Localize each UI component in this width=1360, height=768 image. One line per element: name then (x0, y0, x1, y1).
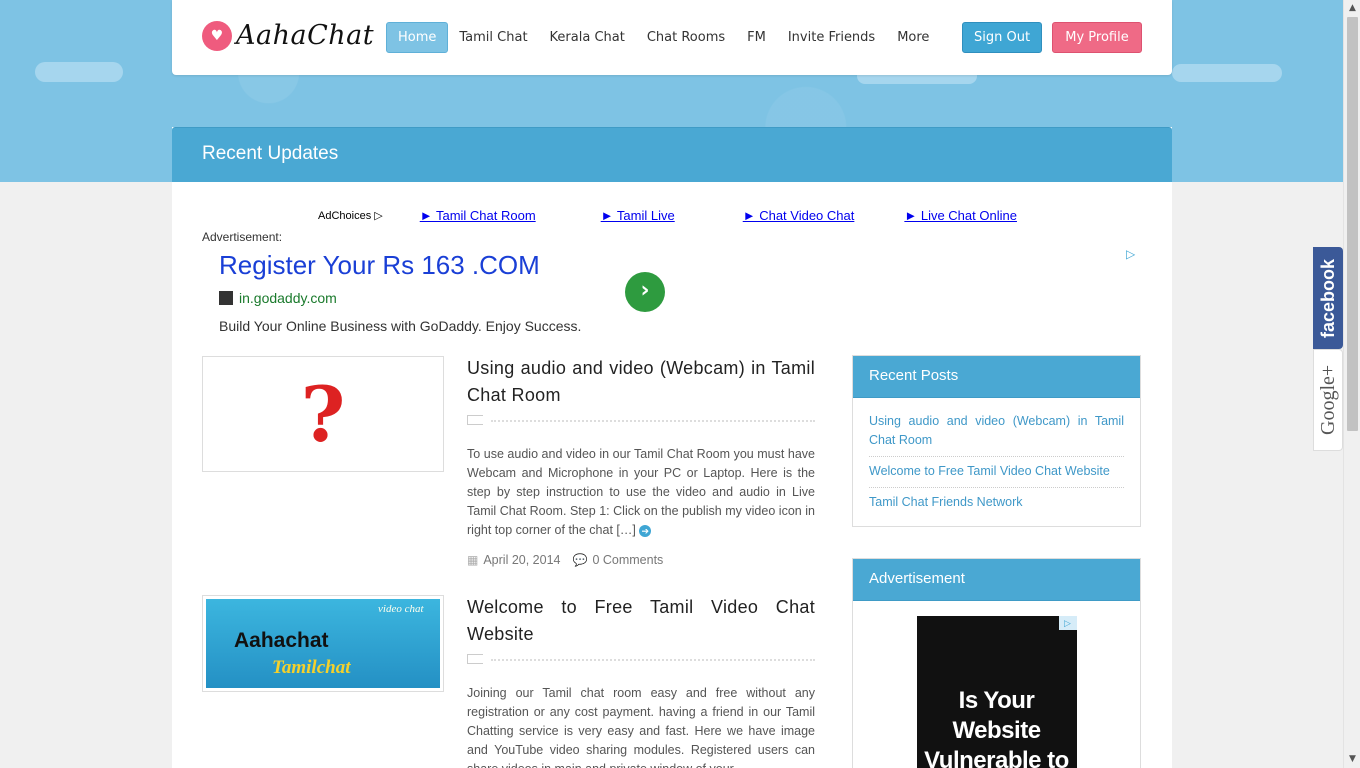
ad-headline-link[interactable]: Register Your Rs 163 .COM (219, 250, 540, 281)
ad-domain[interactable]: in.godaddy.com (219, 290, 337, 306)
cloud-decoration (1172, 64, 1282, 82)
google-plus-icon[interactable]: Google+ (1313, 349, 1343, 451)
cloud-decoration (35, 62, 123, 82)
sidebar-ad-image[interactable]: ▷ Is Your Website Vulnerable to SQL Inje… (916, 616, 1077, 768)
ad-info-icon[interactable]: ▷ (1058, 616, 1077, 630)
scroll-up-icon[interactable]: ▲ (1344, 0, 1360, 17)
post-thumbnail[interactable]: ? (202, 356, 444, 472)
calendar-icon: ▦ (467, 553, 479, 567)
post-comments-link[interactable]: 0 Comments (592, 553, 663, 567)
main-nav: Home Tamil Chat Kerala Chat Chat Rooms F… (386, 22, 940, 53)
recent-posts-list: Using audio and video (Webcam) in Tamil … (853, 398, 1140, 526)
post-meta: ▦ April 20, 2014 💬 0 Comments (467, 553, 815, 567)
post-divider (467, 654, 815, 666)
logo-text: AahaChat (236, 20, 375, 51)
post-title-link[interactable]: Welcome to Free Tamil Video Chat Website (467, 594, 815, 648)
ad-links-bar: AdChoices ▷ ► Tamil Chat Room ► Tamil Li… (318, 208, 1017, 223)
question-mark-image: ? (300, 369, 346, 459)
advertisement-label: Advertisement: (202, 230, 283, 244)
recent-post-link[interactable]: Welcome to Free Tamil Video Chat Website (869, 457, 1124, 488)
widget-title: Recent Posts (853, 356, 1140, 398)
scroll-down-icon[interactable]: ▼ (1344, 751, 1360, 768)
flag-icon (467, 415, 483, 425)
main-content: Recent Updates AdChoices ▷ ► Tamil Chat … (172, 127, 1172, 768)
scrollbar-thumb[interactable] (1347, 17, 1358, 431)
ad-arrow-button[interactable]: › (625, 272, 665, 312)
page-title: Recent Updates (202, 143, 339, 164)
post-thumbnail[interactable]: video chat Aahachat Tamilchat (202, 595, 444, 692)
comments-icon: 💬 (572, 553, 588, 567)
heart-icon: ♥ (202, 20, 232, 51)
nav-home[interactable]: Home (386, 22, 449, 53)
post-divider (467, 415, 815, 427)
ad-domain-text: in.godaddy.com (239, 290, 337, 306)
advertisement-widget: Advertisement ▷ Is Your Website Vulnerab… (852, 558, 1141, 768)
nav-chat-rooms[interactable]: Chat Rooms (636, 23, 736, 52)
facebook-icon[interactable]: facebook (1313, 247, 1343, 349)
social-bar: facebook Google+ (1313, 247, 1343, 451)
ad-info-icon[interactable]: ▷ (1126, 247, 1135, 261)
post-date: April 20, 2014 (483, 553, 561, 567)
nav-more[interactable]: More (886, 23, 940, 52)
post-excerpt: Joining our Tamil chat room easy and fre… (467, 686, 815, 768)
ad-link-chat-video-chat[interactable]: ► Chat Video Chat (743, 208, 855, 223)
ad-link-tamil-live[interactable]: ► Tamil Live (601, 208, 675, 223)
flag-icon (467, 654, 483, 664)
read-more-icon[interactable]: ➔ (639, 524, 652, 537)
nav-tamil-chat[interactable]: Tamil Chat (448, 23, 538, 52)
ad-link-tamil-chat-room[interactable]: ► Tamil Chat Room (420, 208, 536, 223)
widget-title: Advertisement (853, 559, 1140, 601)
recent-post-link[interactable]: Using audio and video (Webcam) in Tamil … (869, 407, 1124, 457)
nav-kerala-chat[interactable]: Kerala Chat (539, 23, 636, 52)
site-header: ♥ AahaChat Home Tamil Chat Kerala Chat C… (172, 0, 1172, 75)
adchoices-link[interactable]: AdChoices ▷ (318, 209, 383, 222)
nav-invite-friends[interactable]: Invite Friends (777, 23, 886, 52)
favicon-icon (219, 291, 233, 305)
post-excerpt: To use audio and video in our Tamil Chat… (467, 447, 815, 537)
ad-link-live-chat-online[interactable]: ► Live Chat Online (904, 208, 1017, 223)
recent-post-link[interactable]: Tamil Chat Friends Network (869, 488, 1124, 518)
aahachat-banner-image: video chat Aahachat Tamilchat (206, 599, 440, 688)
site-logo[interactable]: ♥ AahaChat (202, 20, 374, 51)
post-title-link[interactable]: Using audio and video (Webcam) in Tamil … (467, 355, 815, 409)
post-item: Welcome to Free Tamil Video Chat Website… (467, 594, 815, 768)
ad-description: Build Your Online Business with GoDaddy.… (219, 318, 582, 334)
recent-updates-banner: Recent Updates (172, 127, 1172, 182)
page-scrollbar[interactable]: ▲ ▼ (1343, 0, 1360, 768)
my-profile-button[interactable]: My Profile (1052, 22, 1142, 53)
post-item: Using audio and video (Webcam) in Tamil … (467, 355, 815, 567)
recent-posts-widget: Recent Posts Using audio and video (Webc… (852, 355, 1141, 527)
nav-fm[interactable]: FM (736, 23, 777, 52)
sign-out-button[interactable]: Sign Out (962, 22, 1043, 53)
